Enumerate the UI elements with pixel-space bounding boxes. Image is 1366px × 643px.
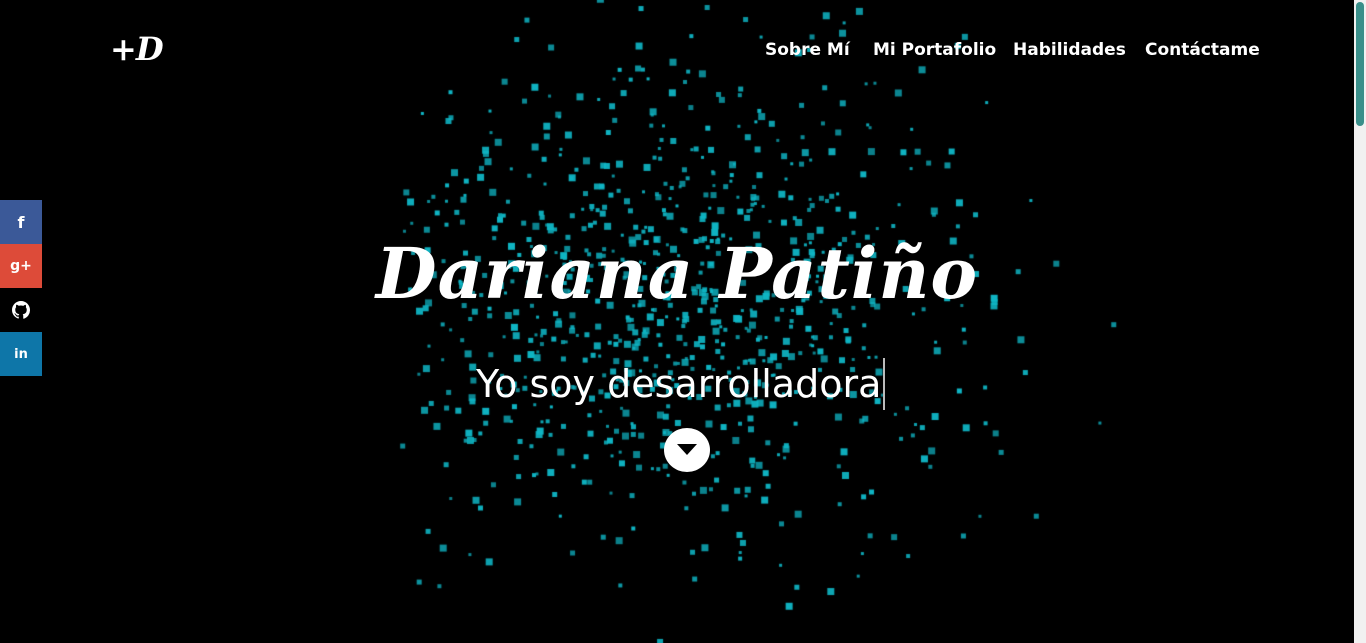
hero-name: Dariana Patiño <box>375 232 979 315</box>
nav-item-portafolio[interactable]: Mi Portafolio <box>873 40 996 60</box>
nav-item-sobre-mi[interactable]: Sobre Mí <box>765 40 850 60</box>
nav-item-contactame[interactable]: Contáctame <box>1145 40 1260 60</box>
particle-background <box>0 0 1354 643</box>
site-logo[interactable]: +D <box>110 30 164 68</box>
scroll-down-button[interactable] <box>664 428 710 472</box>
chevron-down-icon <box>677 444 697 455</box>
linkedin-icon: in <box>14 346 28 362</box>
nav-item-habilidades[interactable]: Habilidades <box>1013 40 1126 60</box>
typed-text: Yo soy desarrolladora <box>476 362 882 406</box>
scrollbar-thumb[interactable] <box>1356 2 1364 126</box>
text-cursor <box>883 358 886 410</box>
linkedin-button[interactable]: in <box>0 332 42 376</box>
facebook-icon: f <box>17 212 25 232</box>
scrollbar[interactable] <box>1354 0 1366 643</box>
hero-subtitle: Yo soy desarrolladora <box>476 358 886 410</box>
